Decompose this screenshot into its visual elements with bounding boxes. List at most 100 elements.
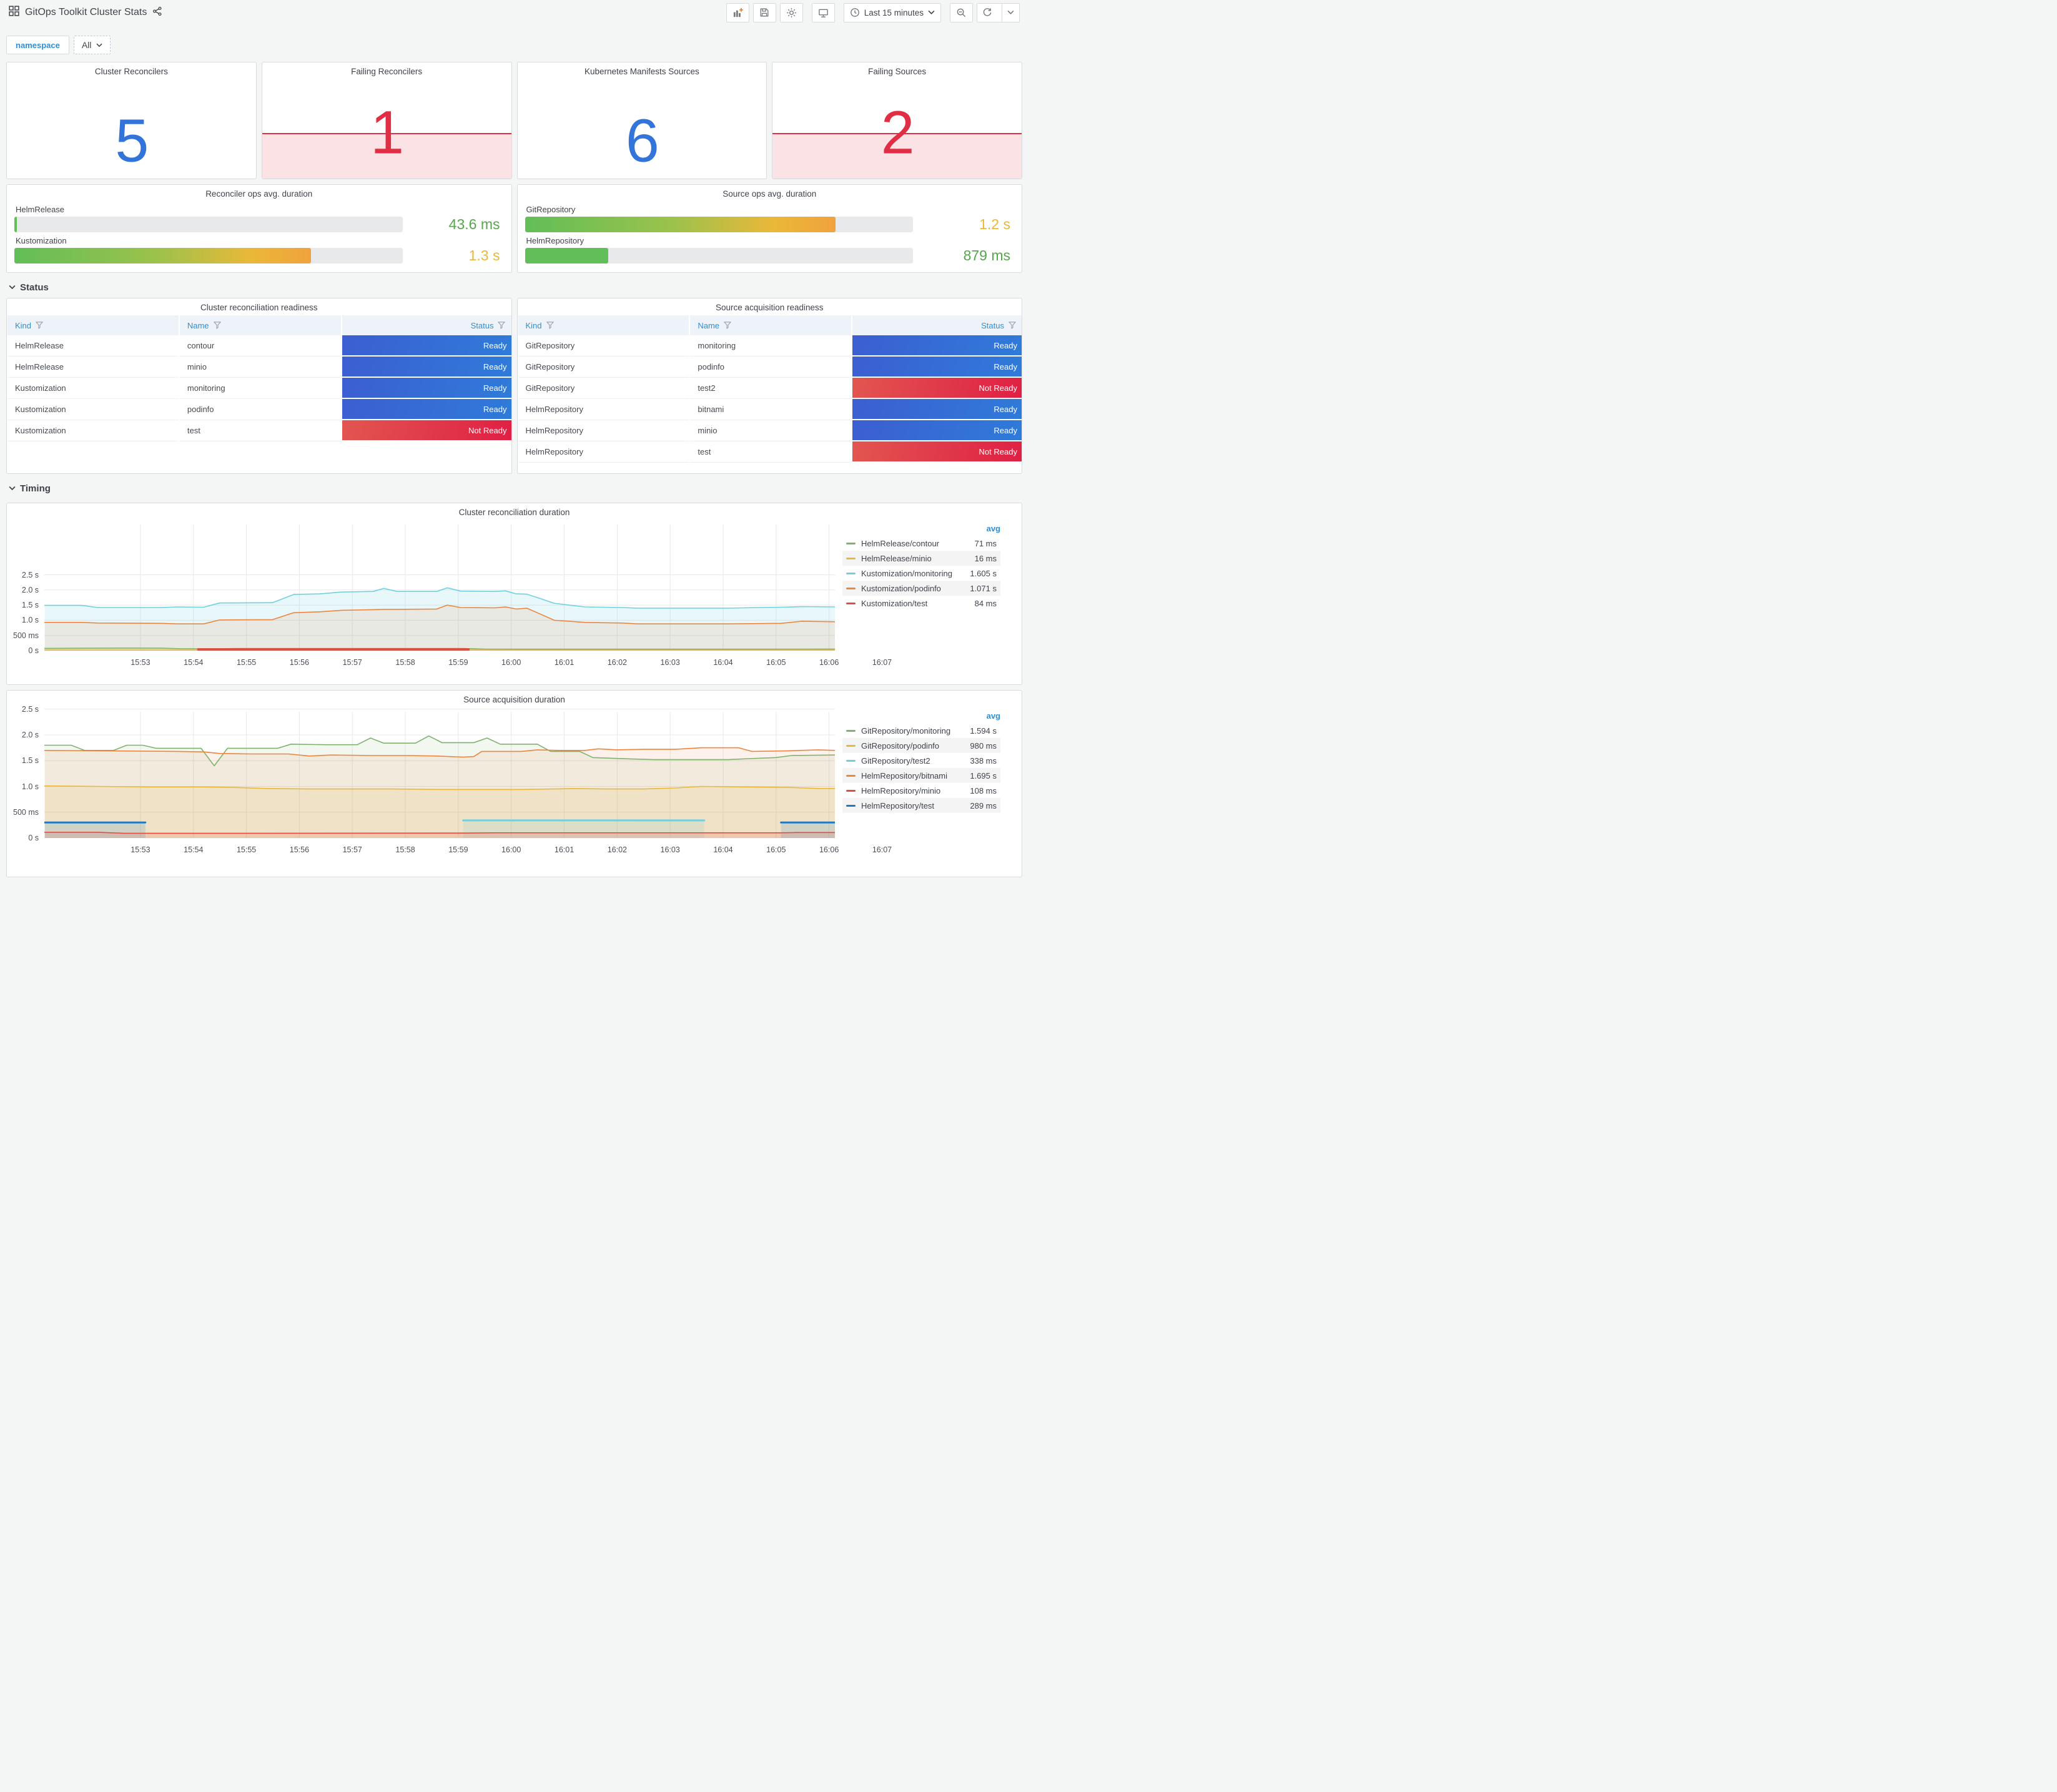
legend-avg-value: 338 ms [970,756,997,766]
page-title: GitOps Toolkit Cluster Stats [25,7,147,17]
panel-title[interactable]: Kubernetes Manifests Sources [518,62,767,79]
column-header-status[interactable]: Status [342,315,511,335]
panel-title[interactable]: Cluster reconciliation duration [7,503,1022,521]
legend-item[interactable]: HelmRelease/minio 16 ms [842,551,1000,566]
x-axis-label: 16:06 [819,658,839,667]
section-header-timing[interactable]: Timing [6,479,1022,498]
chevron-down-icon [9,285,16,290]
add-panel-button[interactable] [726,2,749,22]
column-header-kind[interactable]: Kind [518,315,689,335]
cycle-view-mode-button[interactable] [811,2,835,22]
panel-title[interactable]: Source acquisition readiness [518,298,1022,315]
x-axis-label: 16:07 [872,845,892,854]
legend-item[interactable]: HelmRelease/contour 71 ms [842,536,1000,551]
panel-title[interactable]: Cluster Reconcilers [7,62,256,79]
legend-item[interactable]: HelmRepository/minio 108 ms [842,783,1000,798]
dashboard-toolbar: Last 15 minutes [726,2,1020,22]
stat-value: 6 [625,106,659,175]
x-axis-label: 15:56 [289,658,310,667]
share-dashboard-icon[interactable] [152,6,162,19]
status-tables-row: Cluster reconciliation readiness Kind Name… [6,298,1022,474]
status-cell: Ready [852,399,1022,420]
status-cell: Not Ready [852,378,1022,399]
zoom-out-time-button[interactable] [950,2,973,22]
column-header-name[interactable]: Name [690,315,852,335]
legend-series-label: HelmRelease/minio [861,553,932,563]
gauge-label: HelmRepository [526,236,584,245]
column-header-name[interactable]: Name [179,315,341,335]
panel-title[interactable]: Reconciler ops avg. duration [14,185,504,202]
filter-icon[interactable] [724,322,731,329]
table-row: GitRepository test2 Not Ready [518,378,1022,399]
magnifier-minus-icon [957,8,966,17]
variable-value-dropdown[interactable]: All [73,36,111,54]
legend-item[interactable]: Kustomization/monitoring 1.605 s [842,566,1000,581]
time-series-plot[interactable] [44,521,835,656]
legend-item[interactable]: HelmRepository/bitnami 1.695 s [842,768,1000,783]
legend-item[interactable]: Kustomization/podinfo 1.071 s [842,581,1000,596]
gauge-item: GitRepository 1.2 s [525,205,1015,233]
column-header-kind[interactable]: Kind [7,315,179,335]
refresh-button[interactable] [977,2,1020,22]
filter-icon[interactable] [498,322,506,329]
gauge-fill [525,217,836,232]
legend-item[interactable]: GitRepository/podinfo 980 ms [842,738,1000,753]
dashboard-settings-button[interactable] [779,2,803,22]
stat-panel: Kubernetes Manifests Sources 6 [516,62,767,179]
gauge-fill [14,248,312,263]
legend-avg-header[interactable]: avg [842,709,1000,723]
time-series-plot[interactable] [44,708,835,843]
legend-item[interactable]: GitRepository/test2 338 ms [842,753,1000,768]
status-cell: Ready [852,420,1022,441]
kind-cell: HelmRepository [518,420,689,441]
filter-icon[interactable] [546,322,554,329]
series-color-marker [846,542,856,544]
x-axis-label: 16:02 [607,845,627,854]
kind-cell: HelmRepository [518,399,689,420]
status-badge: Ready [852,420,1022,440]
series-color-marker [846,602,856,604]
legend-item[interactable]: GitRepository/monitoring 1.594 s [842,723,1000,738]
y-axis-label: 1.5 s [21,601,39,609]
series-color-marker [846,587,856,589]
section-header-status[interactable]: Status [6,278,1022,297]
filter-icon[interactable] [36,322,43,329]
x-axis-label: 16:01 [554,845,575,854]
legend-item[interactable]: Kustomization/test 84 ms [842,596,1000,611]
tv-icon [818,9,828,17]
apps-grid-icon [9,6,19,19]
panel-title[interactable]: Source ops avg. duration [525,185,1015,202]
x-axis-label: 16:05 [766,658,786,667]
variable-selected-value: All [81,40,92,50]
status-cell: Ready [342,399,511,420]
status-cell: Not Ready [852,441,1022,463]
save-dashboard-button[interactable] [752,2,776,22]
y-axis-label: 1.0 s [21,782,39,791]
gauge-item: HelmRelease 43.6 ms [14,205,504,233]
y-axis-label: 2.5 s [21,705,39,714]
kind-cell: GitRepository [518,357,689,378]
name-cell: test [179,420,341,441]
panel-title[interactable]: Failing Reconcilers [262,62,511,79]
legend-item[interactable]: HelmRepository/test 289 ms [842,798,1000,813]
name-cell: contour [179,335,341,357]
x-axis-label: 15:55 [236,658,257,667]
panel-title[interactable]: Cluster reconciliation readiness [7,298,511,315]
table-row: GitRepository monitoring Ready [518,335,1022,357]
gauge-fill [14,217,17,232]
status-cell: Ready [342,335,511,357]
chart-panel-cluster-reconciliation-duration: Cluster reconciliation duration 0 s 500 m… [6,503,1022,685]
chart-legend: avg GitRepository/monitoring 1.594 s GitRep… [835,708,1019,857]
name-cell: test [690,441,852,463]
legend-avg-header[interactable]: avg [842,522,1000,536]
panel-title[interactable]: Failing Sources [772,62,1022,79]
panel-title[interactable]: Source acquisition duration [7,691,1022,708]
gauge-label: GitRepository [526,205,576,214]
filter-icon[interactable] [1009,322,1016,329]
filter-icon[interactable] [213,322,221,329]
section-title: Status [20,282,49,293]
status-cell: Ready [342,378,511,399]
column-header-status[interactable]: Status [852,315,1022,335]
x-axis-label: 16:04 [713,658,733,667]
time-range-picker[interactable]: Last 15 minutes [843,2,941,22]
